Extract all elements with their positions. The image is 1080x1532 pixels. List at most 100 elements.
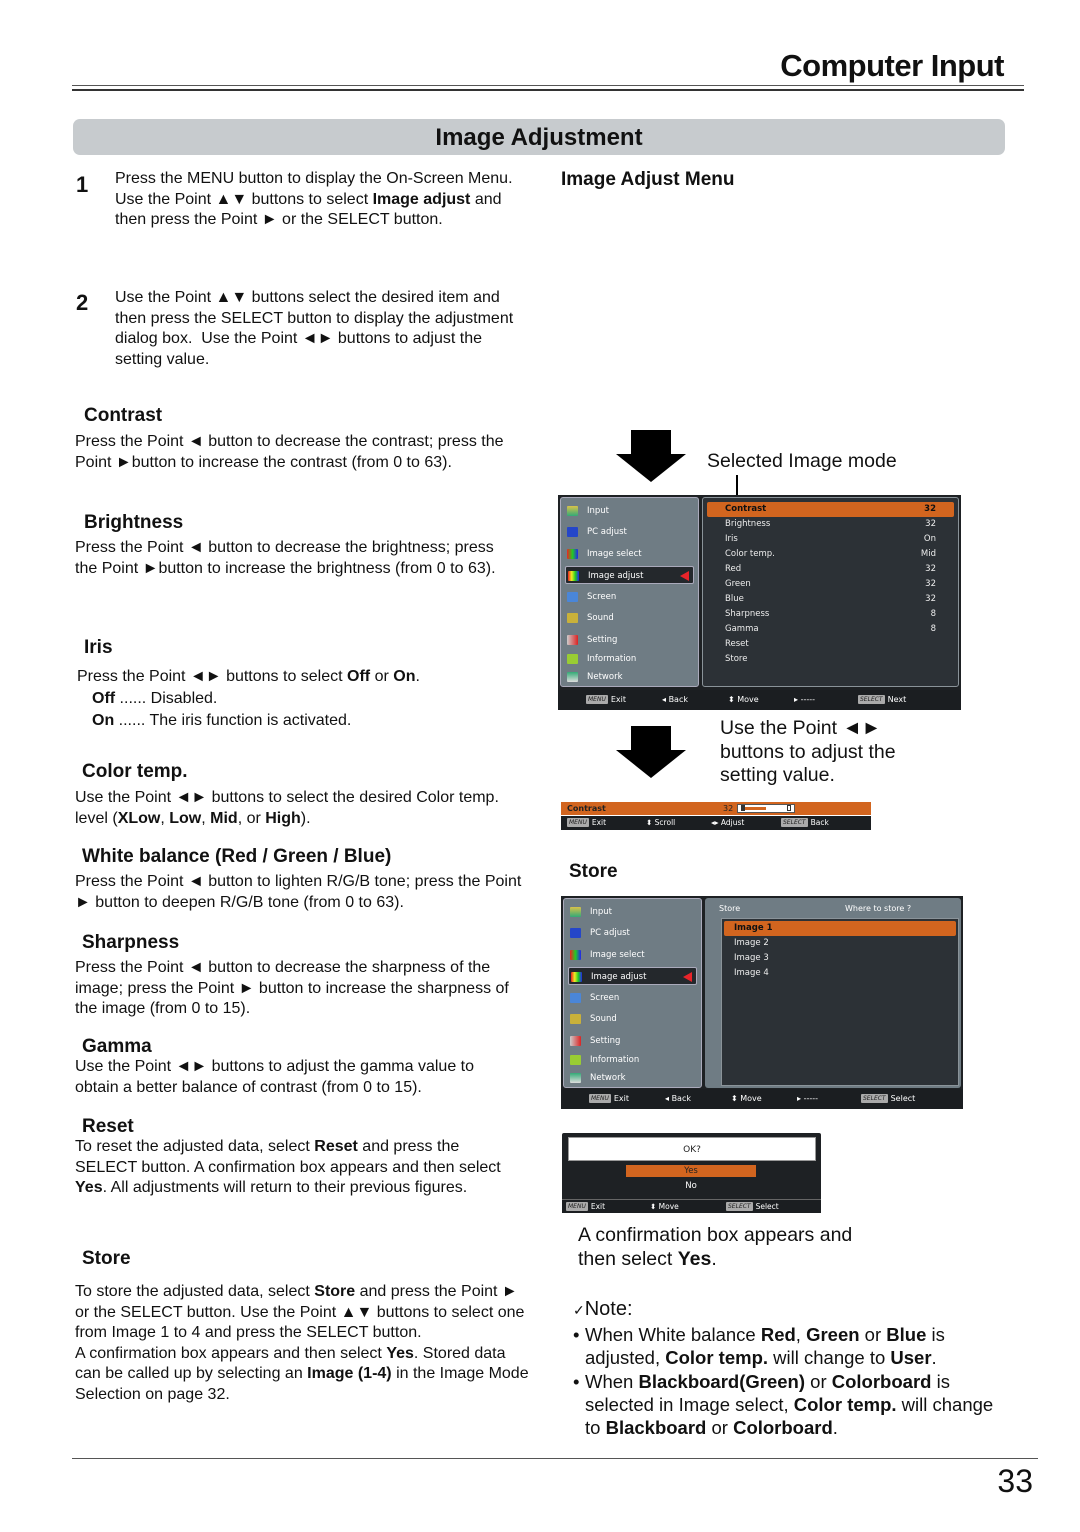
section-title: Image Adjustment: [73, 119, 1005, 155]
footer-right: ▸ -----: [794, 695, 815, 704]
sound-icon: [567, 613, 578, 623]
menu-key-icon: MENU: [566, 1202, 588, 1211]
store-title: Store: [719, 904, 741, 913]
osd-menu-item-label: PC adjust: [590, 928, 630, 938]
gamma-text: Use the Point ◄► buttons to adjust the g…: [75, 1058, 474, 1096]
osd-adjust-item-green[interactable]: Green 32: [707, 577, 954, 592]
osd-menu-item-image-adjust[interactable]: Image adjust: [568, 967, 697, 985]
page-number: 33: [997, 1463, 1033, 1499]
footer-exit: Exit: [613, 1094, 630, 1103]
select-key-icon: SELECT: [726, 1202, 753, 1211]
store-list: Image 1 Image 2 Image 3 Image 4: [721, 918, 959, 1086]
osd-adjust-item-blue[interactable]: Blue 32: [707, 592, 954, 607]
image-adjust-icon: [568, 571, 579, 581]
heading-gamma: Gamma: [82, 1036, 152, 1057]
step-number: 2: [76, 290, 89, 315]
confirm-callout: A confirmation box appears and then sele…: [578, 1224, 853, 1270]
heading-iris: Iris: [84, 637, 113, 658]
osd-menu-item-image-adjust[interactable]: Image adjust: [565, 566, 694, 584]
osd-menu-item-image-select[interactable]: Image select: [568, 946, 697, 964]
adjust-item-value: 32: [925, 519, 936, 529]
menu-key-icon: MENU: [567, 818, 589, 827]
sharpness-text: Press the Point ◄ button to decrease the…: [75, 959, 509, 1018]
osd-adjust-item-brightness[interactable]: Brightness 32: [707, 517, 954, 532]
store-slot-label: Image 3: [734, 953, 769, 963]
osd-menu-item-screen[interactable]: Screen: [568, 989, 697, 1007]
osd-menu-item-label: Input: [587, 506, 610, 516]
note-title: Note:: [584, 1298, 633, 1320]
osd-adjust-item-contrast[interactable]: Contrast 32: [707, 502, 954, 517]
adjust-item-value: 32: [925, 594, 936, 604]
osd-adjust-item-reset[interactable]: Reset: [707, 637, 954, 652]
osd-store-panel: Store Where to store ? Image 1 Image 2 Ima…: [705, 898, 961, 1088]
osd-menu-item-network[interactable]: Network: [568, 1069, 697, 1087]
osd-menu-item-pc-adjust[interactable]: PC adjust: [565, 523, 694, 541]
osd-adjust-item-gamma[interactable]: Gamma 8: [707, 622, 954, 637]
adjust-item-label: Green: [725, 579, 751, 589]
store-slot-2[interactable]: Image 2: [724, 936, 956, 951]
footer-move: ⬍ Move: [728, 695, 759, 704]
osd-menu-item-image-select[interactable]: Image select: [565, 545, 694, 563]
osd-adjust-item-iris[interactable]: Iris On: [707, 532, 954, 547]
osd-adjust-item-sharpness[interactable]: Sharpness 8: [707, 607, 954, 622]
adjust-item-value: 32: [925, 579, 936, 589]
osd-menu-item-label: Image select: [590, 950, 645, 960]
screen-icon: [570, 993, 581, 1003]
osd-menu-item-sound[interactable]: Sound: [565, 609, 694, 627]
osd-menu-item-setting[interactable]: Setting: [568, 1032, 697, 1050]
osd-adjust-item-store[interactable]: Store: [707, 652, 954, 667]
arrow-down-icon: [616, 430, 686, 482]
footer-exit: Exit: [610, 695, 627, 704]
store-slot-1[interactable]: Image 1: [724, 921, 956, 936]
adjust-item-label: Reset: [725, 639, 749, 649]
checkmark-icon: ✓: [573, 1302, 585, 1318]
osd-adjust-item-color-temp[interactable]: Color temp. Mid: [707, 547, 954, 562]
osd-footer: MENU Exit ◂ Back ⬍ Move ▸ ----- SELECT Sel…: [561, 1089, 963, 1109]
osd-menu-item-input[interactable]: Input: [565, 502, 694, 520]
adjust-item-label: Blue: [725, 594, 744, 604]
confirm-yes-option[interactable]: Yes: [626, 1165, 756, 1177]
footer-adjust: ◂▸ Adjust: [711, 818, 745, 827]
osd-menu-item-label: Information: [587, 654, 637, 664]
footer-back: ◂ Back: [662, 695, 688, 704]
store-slot-label: Image 2: [734, 938, 769, 948]
osd-menu-item-input[interactable]: Input: [568, 903, 697, 921]
arrow-down-icon: [616, 726, 686, 778]
iris-text: Press the Point ◄► buttons to select Off…: [77, 668, 420, 685]
white-balance-text: Press the Point ◄ button to lighten R/G/…: [75, 873, 522, 911]
osd-menu-item-pc-adjust[interactable]: PC adjust: [568, 924, 697, 942]
footer-move: ⬍ Move: [650, 1202, 679, 1211]
note-list: • When White balance Red, Green or Blue i…: [573, 1323, 1013, 1439]
note-item: • When Blackboard(Green) or Colorboard is…: [573, 1370, 994, 1439]
adjust-slider[interactable]: [737, 804, 795, 813]
adjust-item-label: Red: [725, 564, 742, 574]
iris-off-text: Off ...... Disabled.: [92, 690, 218, 707]
osd-menu-item-information[interactable]: Information: [565, 650, 694, 668]
osd-main-menu-list: Input PC adjust Image select Image adjust Sc…: [563, 898, 702, 1088]
osd-menu-item-information[interactable]: Information: [568, 1051, 697, 1069]
pc-adjust-icon: [570, 928, 581, 938]
osd-menu-item-screen[interactable]: Screen: [565, 588, 694, 606]
footer-exit: Exit: [590, 1202, 606, 1211]
adjust-bar-value: 32: [723, 804, 734, 813]
chapter-title: Computer Input: [780, 48, 1004, 83]
osd-menu-item-setting[interactable]: Setting: [565, 631, 694, 649]
osd-adjust-item-red[interactable]: Red 32: [707, 562, 954, 577]
adjust-item-label: Store: [725, 654, 748, 664]
pointer-left-icon: [680, 571, 689, 581]
selected-image-mode-label: Selected Image mode: [707, 450, 897, 472]
osd-menu-item-sound[interactable]: Sound: [568, 1010, 697, 1028]
footer-select: Select: [755, 1202, 779, 1211]
osd-adjust-footer: MENU Exit ⬍ Scroll ◂▸ Adjust SELECT Back: [561, 816, 871, 830]
contrast-text: Press the Point ◄ button to decrease the…: [75, 433, 504, 471]
adjust-item-value: 32: [924, 504, 936, 514]
osd-menu-item-network[interactable]: Network: [565, 668, 694, 686]
confirm-no-option[interactable]: No: [626, 1180, 756, 1192]
store-slot-3[interactable]: Image 3: [724, 951, 956, 966]
note-heading: ✓Note:: [573, 1298, 633, 1321]
slider-min-mark: [741, 805, 745, 811]
store-slot-4[interactable]: Image 4: [724, 966, 956, 981]
osd-menu-item-label: Information: [590, 1055, 640, 1065]
osd-confirm-footer: MENU Exit ⬍ Move SELECT Select: [562, 1199, 821, 1213]
menu-key-icon: MENU: [586, 695, 608, 704]
